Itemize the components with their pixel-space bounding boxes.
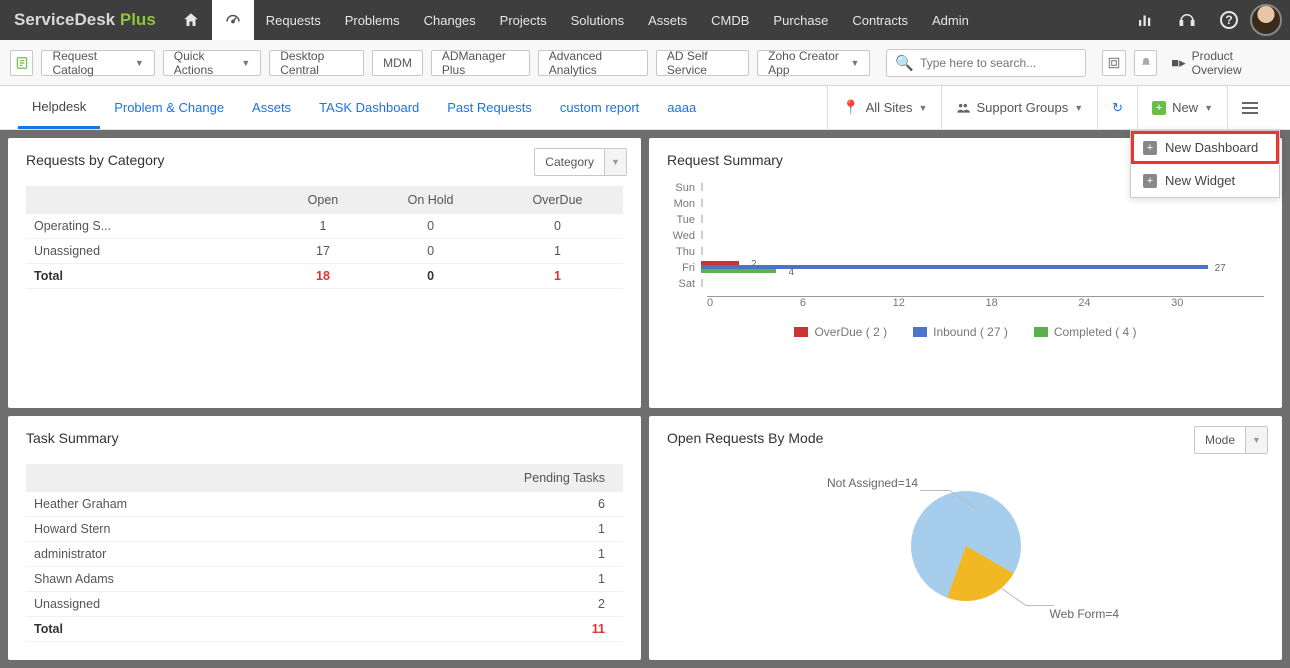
request-catalog-button[interactable]: Request Catalog ▼	[41, 50, 154, 76]
new-dashboard-item[interactable]: +New Dashboard	[1131, 131, 1279, 164]
table-row[interactable]: Operating S...100	[26, 214, 623, 239]
table-row[interactable]: Heather Graham6	[26, 492, 623, 517]
reports-icon[interactable]	[1124, 0, 1166, 40]
requests-by-category-panel: Requests by Category Category▼ Open On H…	[8, 138, 641, 408]
toolbar-advanced-analytics[interactable]: Advanced Analytics	[538, 50, 648, 76]
nav-problems[interactable]: Problems	[333, 0, 412, 40]
dashboard-tabbar: HelpdeskProblem & ChangeAssetsTASK Dashb…	[0, 86, 1290, 130]
bell-icon[interactable]	[1134, 50, 1157, 76]
search-input[interactable]	[920, 56, 1077, 70]
nav-admin[interactable]: Admin	[920, 0, 981, 40]
mode-select[interactable]: Mode▼	[1194, 426, 1268, 454]
toolbar-zoho-creator-app[interactable]: Zoho Creator App ▼	[757, 50, 870, 76]
scan-icon[interactable]	[1102, 50, 1125, 76]
toolbar-desktop-central[interactable]: Desktop Central	[269, 50, 364, 76]
top-navbar: ServiceDesk Plus RequestsProblemsChanges…	[0, 0, 1290, 40]
toolbar-mdm[interactable]: MDM	[372, 50, 423, 76]
nav-projects[interactable]: Projects	[488, 0, 559, 40]
pie-label-not-assigned: Not Assigned=14	[827, 476, 918, 490]
nav-requests[interactable]: Requests	[254, 0, 333, 40]
col-pending: Pending Tasks	[277, 464, 623, 492]
app-logo: ServiceDesk Plus	[0, 10, 170, 30]
plus-icon: +	[1152, 101, 1166, 115]
mode-pie-chart: Not Assigned=14 Web Form=4	[667, 466, 1264, 626]
category-table: Open On Hold OverDue Operating S...100Un…	[26, 186, 623, 289]
plus-icon: +	[1143, 141, 1157, 155]
chart-legend: OverDue ( 2 ) Inbound ( 27 ) Completed (…	[667, 325, 1264, 339]
refresh-button[interactable]: ↻	[1097, 86, 1137, 130]
table-row[interactable]: Howard Stern1	[26, 517, 623, 542]
tab-problem-change[interactable]: Problem & Change	[100, 86, 238, 129]
tab-task-dashboard[interactable]: TASK Dashboard	[305, 86, 433, 129]
plus-icon: +	[1143, 174, 1157, 188]
tab-custom-report[interactable]: custom report	[546, 86, 653, 129]
pin-icon: 📍	[842, 99, 859, 116]
home-icon[interactable]	[170, 0, 212, 40]
all-sites-dropdown[interactable]: 📍All Sites ▼	[827, 86, 941, 130]
quick-actions-button[interactable]: Quick Actions ▼	[163, 50, 261, 76]
col-overdue: OverDue	[492, 186, 623, 214]
user-avatar[interactable]	[1250, 4, 1282, 36]
open-requests-by-mode-panel: Open Requests By Mode Mode▼ Not Assigned…	[649, 416, 1282, 660]
table-row[interactable]: administrator1	[26, 542, 623, 567]
nav-changes[interactable]: Changes	[412, 0, 488, 40]
task-table: Pending Tasks Heather Graham6Howard Ster…	[26, 464, 623, 642]
col-open: Open	[277, 186, 369, 214]
headset-icon[interactable]	[1166, 0, 1208, 40]
toolbar-ad-self-service[interactable]: AD Self Service	[656, 50, 749, 76]
task-summary-panel: Task Summary Pending Tasks Heather Graha…	[8, 416, 641, 660]
menu-button[interactable]	[1227, 86, 1272, 130]
requests-shortcut-icon[interactable]	[10, 50, 33, 76]
tab-aaaa[interactable]: aaaa	[653, 86, 710, 129]
nav-assets[interactable]: Assets	[636, 0, 699, 40]
nav-contracts[interactable]: Contracts	[840, 0, 920, 40]
table-total-row: Total1801	[26, 264, 623, 289]
category-select[interactable]: Category▼	[534, 148, 627, 176]
tab-helpdesk[interactable]: Helpdesk	[18, 86, 100, 129]
pie-label-web-form: Web Form=4	[1050, 607, 1119, 621]
dashboard-grid: Requests by Category Category▼ Open On H…	[0, 130, 1290, 668]
table-total-row: Total11	[26, 617, 623, 642]
nav-solutions[interactable]: Solutions	[559, 0, 636, 40]
col-onhold: On Hold	[369, 186, 492, 214]
toolbar: Request Catalog ▼ Quick Actions ▼ Deskto…	[0, 40, 1290, 86]
table-row[interactable]: Unassigned1701	[26, 239, 623, 264]
new-widget-item[interactable]: +New Widget	[1131, 164, 1279, 197]
col-blank	[26, 186, 277, 214]
new-button[interactable]: +New ▼	[1137, 86, 1227, 130]
menu-icon	[1242, 102, 1258, 114]
group-icon	[956, 101, 970, 115]
nav-cmdb[interactable]: CMDB	[699, 0, 761, 40]
help-icon[interactable]: ?	[1208, 0, 1250, 40]
panel-title: Open Requests By Mode	[667, 430, 1264, 446]
global-search[interactable]: 🔍	[886, 49, 1086, 77]
dashboard-icon[interactable]	[212, 0, 254, 40]
toolbar-admanager-plus[interactable]: ADManager Plus	[431, 50, 530, 76]
product-overview-link[interactable]: ■▸ Product Overview	[1165, 49, 1280, 77]
table-row[interactable]: Shawn Adams1	[26, 567, 623, 592]
nav-purchase[interactable]: Purchase	[761, 0, 840, 40]
new-dropdown-menu: +New Dashboard +New Widget	[1130, 130, 1280, 198]
tab-assets[interactable]: Assets	[238, 86, 305, 129]
search-icon: 🔍	[895, 54, 914, 72]
support-groups-dropdown[interactable]: Support Groups ▼	[941, 86, 1097, 130]
table-row[interactable]: Unassigned2	[26, 592, 623, 617]
tab-past-requests[interactable]: Past Requests	[433, 86, 546, 129]
video-icon: ■▸	[1171, 55, 1185, 71]
panel-title: Task Summary	[26, 430, 623, 446]
